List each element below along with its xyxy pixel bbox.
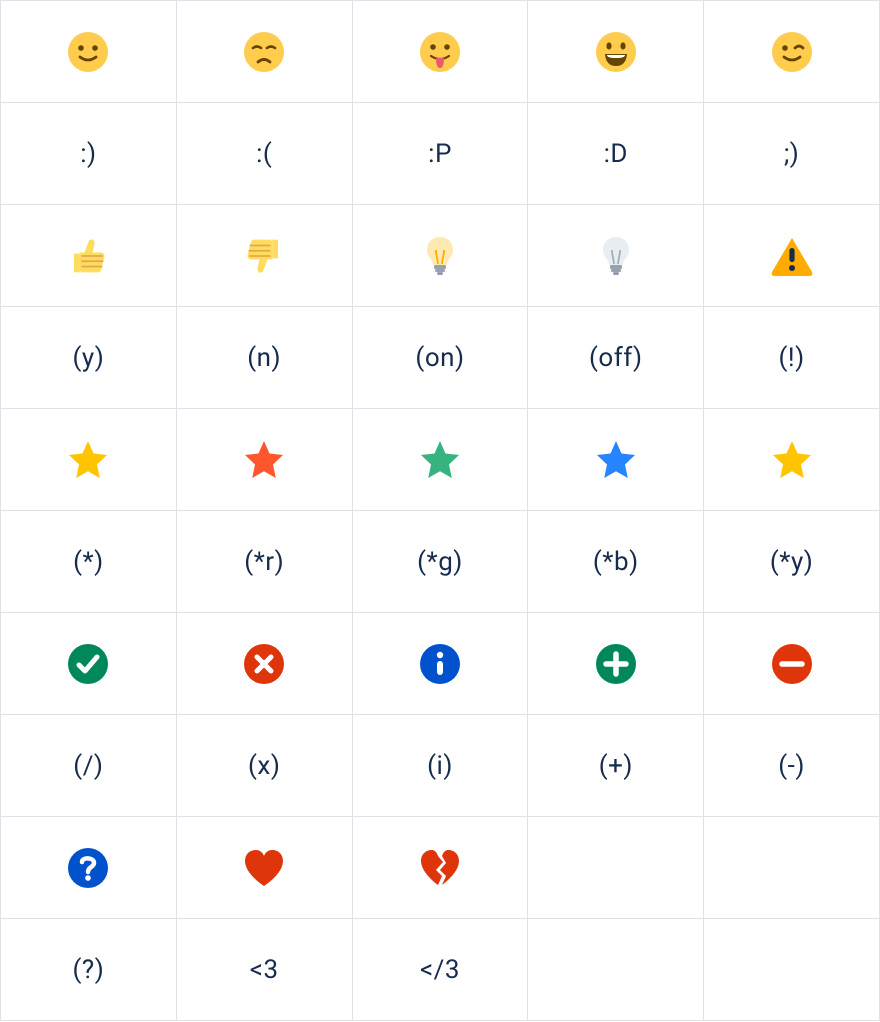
code-text: (on) xyxy=(415,343,464,373)
light-on-icon xyxy=(352,205,528,307)
emoticon-code: (-) xyxy=(704,715,880,817)
code-text: :( xyxy=(256,139,272,169)
emoticon-code: :P xyxy=(352,103,528,205)
star-icon xyxy=(704,409,880,511)
empty-cell xyxy=(704,919,880,1021)
smile-icon xyxy=(1,1,177,103)
code-text: ;) xyxy=(784,139,800,169)
code-text: (*y) xyxy=(770,547,813,577)
emoticon-code: (/) xyxy=(1,715,177,817)
emoticon-code: (n) xyxy=(176,307,352,409)
code-text: </3 xyxy=(420,955,460,985)
table-row: (y) (n) (on) (off) (!) xyxy=(1,307,880,409)
table-row: (*) (*r) (*g) (*b) (*y) xyxy=(1,511,880,613)
emoticon-reference-table: :) :( :P :D;) (y) (n) (on) (off) (!) (*) (*r) (*g… xyxy=(0,0,880,1021)
biggrin-icon xyxy=(528,1,704,103)
emoticon-code: (+) xyxy=(528,715,704,817)
heart-icon xyxy=(176,817,352,919)
code-text: (*g) xyxy=(417,547,463,577)
empty-cell xyxy=(704,817,880,919)
code-text: (n) xyxy=(247,343,281,373)
star-icon xyxy=(176,409,352,511)
table-row xyxy=(1,1,880,103)
code-text: (*r) xyxy=(244,547,284,577)
code-text: (y) xyxy=(73,343,105,373)
empty-cell xyxy=(528,919,704,1021)
sad-icon xyxy=(176,1,352,103)
star-icon xyxy=(352,409,528,511)
table-row: (?) <3 </3 xyxy=(1,919,880,1021)
code-text: :D xyxy=(604,139,628,169)
code-text: (+) xyxy=(599,751,633,781)
thumbs-down-icon xyxy=(176,205,352,307)
table-row xyxy=(1,409,880,511)
tongue-icon xyxy=(352,1,528,103)
empty-cell xyxy=(528,817,704,919)
emoticon-code: (*y) xyxy=(704,511,880,613)
code-text: (-) xyxy=(778,751,805,781)
star-icon xyxy=(528,409,704,511)
star-icon xyxy=(1,409,177,511)
emoticon-code: (i) xyxy=(352,715,528,817)
code-text: <3 xyxy=(250,955,279,985)
emoticon-code: :( xyxy=(176,103,352,205)
code-text: (*) xyxy=(73,547,104,577)
emoticon-code: (y) xyxy=(1,307,177,409)
emoticon-code: <3 xyxy=(176,919,352,1021)
code-text: (x) xyxy=(248,751,280,781)
emoticon-code: :) xyxy=(1,103,177,205)
emoticon-code: (*) xyxy=(1,511,177,613)
emoticon-code: (!) xyxy=(704,307,880,409)
minus-icon xyxy=(704,613,880,715)
table-row xyxy=(1,817,880,919)
question-icon xyxy=(1,817,177,919)
emoticon-code: ;) xyxy=(704,103,880,205)
code-text: (?) xyxy=(73,955,105,985)
emoticon-code: (on) xyxy=(352,307,528,409)
info-icon xyxy=(352,613,528,715)
code-text: (/) xyxy=(73,751,103,781)
code-text: (*b) xyxy=(593,547,639,577)
emoticon-code: (*r) xyxy=(176,511,352,613)
table-row xyxy=(1,205,880,307)
emoticon-code: (off) xyxy=(528,307,704,409)
light-off-icon xyxy=(528,205,704,307)
emoticon-code: (?) xyxy=(1,919,177,1021)
warning-icon xyxy=(704,205,880,307)
code-text: (i) xyxy=(427,751,453,781)
broken-heart-icon xyxy=(352,817,528,919)
tick-icon xyxy=(1,613,177,715)
emoticon-code: (*b) xyxy=(528,511,704,613)
code-text: (off) xyxy=(589,343,643,373)
table-row: (/) (x) (i) (+) (-) xyxy=(1,715,880,817)
code-text: :P xyxy=(428,139,452,169)
cross-icon xyxy=(176,613,352,715)
thumbs-up-icon xyxy=(1,205,177,307)
emoticon-code: (x) xyxy=(176,715,352,817)
table-row: :) :( :P :D;) xyxy=(1,103,880,205)
emoticon-code: :D xyxy=(528,103,704,205)
emoticon-code: </3 xyxy=(352,919,528,1021)
emoticon-code: (*g) xyxy=(352,511,528,613)
plus-icon xyxy=(528,613,704,715)
code-text: :) xyxy=(80,139,96,169)
code-text: (!) xyxy=(779,343,805,373)
wink-icon xyxy=(704,1,880,103)
table-row xyxy=(1,613,880,715)
